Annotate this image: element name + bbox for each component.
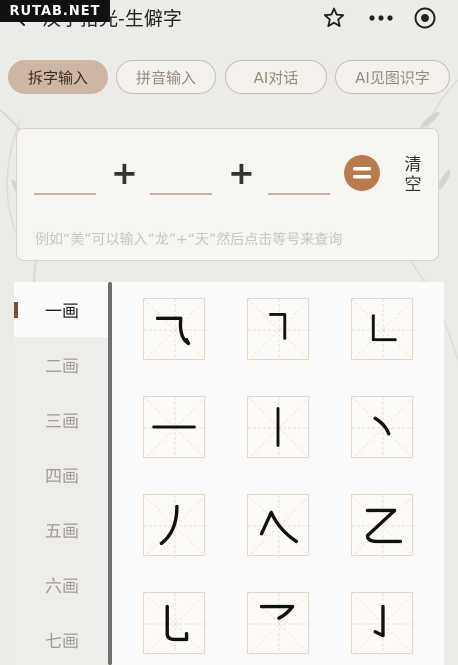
component-slot-2[interactable] — [150, 193, 212, 195]
equals-icon — [353, 167, 371, 179]
stroke-item-label: 七画 — [45, 632, 79, 652]
stroke-glyph-dian — [373, 416, 391, 436]
glyph-cell-1[interactable] — [143, 298, 206, 361]
glyph-cell-9[interactable] — [351, 494, 414, 557]
clear-button[interactable]: 清空 — [403, 155, 423, 195]
glyph-cell-10[interactable] — [143, 592, 206, 655]
glyph-cell-6[interactable] — [351, 396, 414, 459]
stroke-glyph-na — [259, 510, 299, 544]
plus-sign: + — [228, 154, 255, 192]
glyph-grid — [112, 282, 444, 665]
stroke-glyph-shuzhe — [371, 314, 397, 342]
glyph-cell-7[interactable] — [143, 494, 206, 557]
stroke-glyph-heng — [152, 425, 196, 429]
stroke-item-6[interactable]: 六画 — [14, 557, 110, 612]
glyph-cell-3[interactable] — [351, 298, 414, 361]
watermark: RUTAB.NET — [0, 0, 110, 22]
stroke-count-sidebar: 一画 二画 三画 四画 五画 六画 七画 — [14, 282, 110, 665]
glyph-cell-8[interactable] — [247, 494, 310, 557]
stroke-item-label: 五画 — [45, 522, 79, 542]
stroke-item-label: 六画 — [45, 577, 79, 597]
stroke-item-label: 一画 — [45, 302, 79, 322]
stroke-item-label: 三画 — [45, 412, 79, 432]
glyph-cell-12[interactable] — [351, 592, 414, 655]
stroke-item-1[interactable]: 一画 — [14, 282, 110, 337]
input-card: + + 清空 例如“美”可以输入“龙”+“天”然后点击等号来查询 — [16, 128, 439, 261]
stroke-glyph-hengzhe — [269, 313, 287, 340]
stroke-item-2[interactable]: 二画 — [14, 337, 110, 392]
stroke-item-label: 二画 — [45, 357, 79, 377]
glyph-cell-5[interactable] — [247, 396, 310, 459]
glyph-cell-11[interactable] — [247, 592, 310, 655]
stroke-glyph-shu — [276, 407, 280, 447]
tab-ai-chat[interactable]: AI对话 — [225, 60, 327, 94]
stroke-item-3[interactable]: 三画 — [14, 392, 110, 447]
glyph-cell-2[interactable] — [247, 298, 310, 361]
component-slot-1[interactable] — [34, 193, 96, 195]
stroke-glyph-hengpie — [259, 604, 295, 620]
stroke-item-5[interactable]: 五画 — [14, 502, 110, 557]
tab-pinyin-input[interactable]: 拼音输入 — [116, 60, 216, 94]
more-icon[interactable] — [366, 8, 396, 28]
tab-split-input[interactable]: 拆字输入 — [8, 60, 108, 94]
component-slot-3[interactable] — [268, 193, 330, 195]
tab-ai-image-recognition[interactable]: AI见图识字 — [335, 60, 450, 94]
star-icon[interactable] — [322, 6, 346, 30]
stroke-glyph-yi — [365, 508, 403, 544]
plus-sign: + — [111, 154, 138, 192]
glyph-cell-4[interactable] — [143, 396, 206, 459]
stroke-glyph-shugou — [373, 604, 385, 638]
stroke-glyph-pie — [159, 504, 179, 546]
stroke-item-4[interactable]: 四画 — [14, 447, 110, 502]
target-icon[interactable] — [413, 6, 437, 30]
equals-button[interactable] — [344, 155, 380, 191]
active-indicator — [14, 302, 18, 318]
input-hint: 例如“美”可以输入“龙”+“天”然后点击等号来查询 — [35, 232, 343, 248]
stroke-glyph-hengxiewangou — [155, 316, 191, 346]
stroke-item-label: 四画 — [45, 467, 79, 487]
stroke-item-7[interactable]: 七画 — [14, 612, 110, 665]
stroke-glyph-shuwangou — [165, 604, 189, 642]
